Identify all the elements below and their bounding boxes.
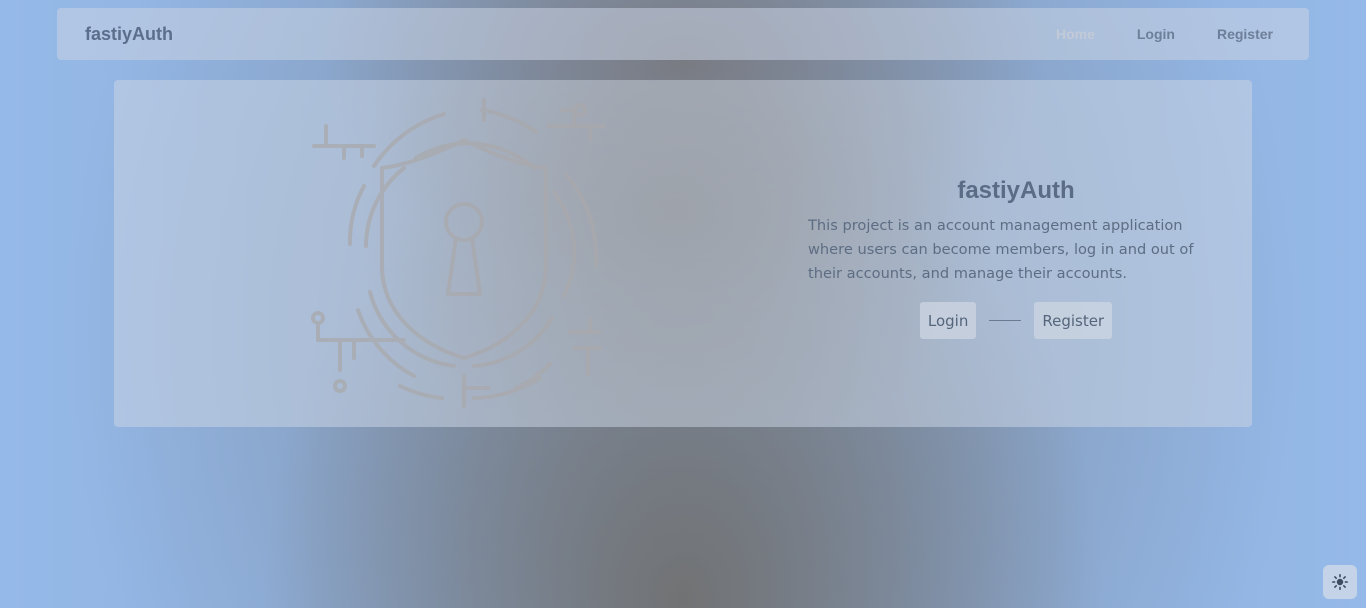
nav-link-home[interactable]: Home — [1056, 26, 1095, 42]
brand-logo[interactable]: fastiyAuth — [85, 24, 173, 45]
navbar: fastiyAuth Home Login Register — [57, 8, 1309, 60]
hero-register-button[interactable]: Register — [1034, 302, 1113, 339]
cta-row: Login Register — [808, 302, 1224, 339]
hero-title: fastiyAuth — [957, 177, 1075, 204]
hero-login-button[interactable]: Login — [919, 302, 977, 339]
sun-icon — [1332, 574, 1348, 590]
nav-link-login[interactable]: Login — [1137, 26, 1175, 42]
hero-description: This project is an account management ap… — [808, 217, 1194, 282]
hero-card: fastiyAuth This project is an account ma… — [114, 80, 1252, 427]
hero-text: fastiyAuth This project is an account ma… — [808, 176, 1224, 339]
theme-toggle-button[interactable] — [1323, 565, 1357, 599]
cta-separator — [989, 320, 1022, 321]
nav-link-register[interactable]: Register — [1217, 26, 1273, 42]
shield-keyhole-circuit-icon — [311, 98, 606, 408]
nav-links: Home Login Register — [1014, 26, 1273, 42]
